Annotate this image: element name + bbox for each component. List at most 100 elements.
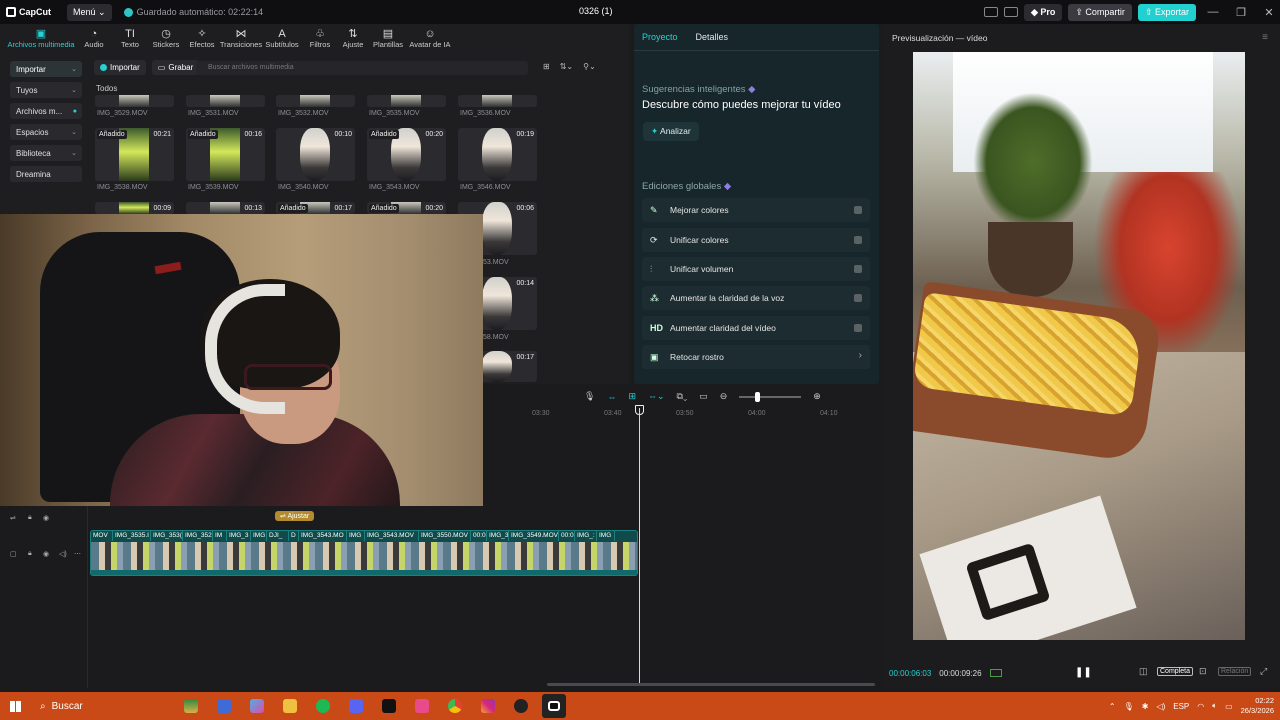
speaker-icon[interactable]: 🔈︎ [1212, 701, 1217, 711]
sidebar-item-yours[interactable]: Tuyos ⌄ [10, 82, 82, 98]
grid-view-icon[interactable]: ⊞ [543, 62, 550, 71]
widgets-icon[interactable] [179, 694, 203, 718]
tool-ai-avatar[interactable]: ☺ Avatar de IA [408, 24, 452, 52]
cover-icon[interactable]: ▢ [10, 550, 17, 558]
capcut-task-icon[interactable] [377, 694, 401, 718]
option-voice-clarity[interactable]: ⁂ Aumentar la claridad de la voz [642, 286, 870, 310]
microphone-icon[interactable]: 🎙︎ [584, 391, 595, 402]
option-face-retouch[interactable]: ▣ Retocar rostro › [642, 345, 870, 369]
music-icon[interactable] [410, 694, 434, 718]
analyze-button[interactable]: ✦ Analizar [643, 122, 699, 141]
maximize-icon[interactable]: ❐ [1230, 6, 1252, 19]
media-thumb[interactable]: Añadido 00:20 [367, 128, 446, 181]
lock-icon[interactable]: 🔒︎ [28, 550, 32, 558]
tool-stickers[interactable]: ◷ Stickers [148, 24, 184, 52]
more-icon[interactable]: ⋯ [74, 550, 81, 558]
speaker-icon[interactable]: ◁) [59, 550, 67, 558]
tool-effects[interactable]: ✧ Efectos [184, 24, 220, 52]
sidebar-item-media-files[interactable]: Archivos m... ● [10, 103, 82, 119]
zoom-slider[interactable] [739, 391, 802, 402]
project-title[interactable]: 0326 (1) [579, 6, 613, 16]
media-thumb[interactable]: 00:13 [186, 202, 265, 214]
copilot-icon[interactable] [245, 694, 269, 718]
pause-icon[interactable]: ❚❚ [1075, 667, 1092, 678]
folder-icon[interactable] [278, 694, 302, 718]
video-track-clips[interactable]: MOV IMG_3535.I IMG_353( IMG_352 IM IMG_3… [90, 530, 638, 576]
media-thumb[interactable]: Añadido 00:16 [186, 128, 265, 181]
zoom-out-icon[interactable]: ⊖ [720, 391, 728, 402]
language-indicator[interactable]: ESP [1173, 702, 1189, 711]
playhead[interactable] [639, 408, 640, 683]
sidebar-item-import[interactable]: Importar ⌄ [10, 61, 82, 77]
tool-text[interactable]: TI Texto [112, 24, 148, 52]
tab-project[interactable]: Proyecto [642, 32, 678, 42]
pro-button[interactable]: ◆ Pro [1023, 3, 1063, 21]
media-thumb[interactable] [186, 95, 265, 107]
tool-subtitles[interactable]: A Subtítulos [262, 24, 302, 52]
ratio-button[interactable]: Relación [1218, 667, 1252, 676]
timeline-ruler[interactable]: 03:30 03:40 03:50 04:00 04:10 [484, 410, 880, 422]
spotify-icon[interactable] [311, 694, 335, 718]
filter-icon[interactable]: ⚲⌄ [583, 62, 596, 71]
microphone-tray-icon[interactable]: 🎙︎ [1124, 702, 1134, 711]
wifi-icon[interactable]: ◠ [1197, 702, 1204, 711]
fullscreen-icon[interactable]: ⤢ [1260, 666, 1267, 677]
magnet-icon[interactable]: ⊞ [628, 391, 636, 402]
chrome-icon[interactable] [443, 694, 467, 718]
preview-video[interactable] [913, 52, 1245, 640]
tab-details[interactable]: Detalles [696, 32, 729, 42]
file-explorer-icon[interactable] [212, 694, 236, 718]
minimize-icon[interactable]: — [1202, 6, 1224, 18]
media-thumb[interactable] [276, 95, 355, 107]
sort-icon[interactable]: ⇅⌄ [560, 62, 573, 71]
checkbox[interactable] [854, 294, 862, 302]
media-thumb[interactable] [95, 95, 174, 107]
crop-icon[interactable]: ◫ [1139, 666, 1148, 677]
zoom-slider-knob[interactable] [755, 391, 761, 402]
media-search-input[interactable]: Buscar archivos multimedia [196, 61, 528, 75]
tool-media[interactable]: ▣ Archivos multimedia [6, 24, 76, 52]
speaker-tray-icon[interactable]: ◁) [1156, 702, 1165, 711]
sidebar-item-dreamina[interactable]: Dreamina [10, 166, 82, 182]
media-thumb[interactable]: 00:19 [458, 128, 537, 181]
battery-icon[interactable]: ▭ [1225, 702, 1233, 711]
tool-filters[interactable]: ♧ Filtros [302, 24, 338, 52]
link-clips-icon[interactable]: ⇔ [607, 392, 616, 402]
share-button[interactable]: ⇪ Compartir [1068, 3, 1132, 21]
checkbox[interactable] [854, 324, 862, 332]
media-thumb[interactable] [367, 95, 446, 107]
option-enhance-colors[interactable]: ✎ Mejorar colores [642, 198, 870, 222]
record-button[interactable]: ▭ Grabar [151, 60, 200, 75]
tool-audio[interactable]: ◔ Audio [76, 24, 112, 52]
media-thumb[interactable]: Añadido 00:20 [367, 202, 446, 214]
steam-icon[interactable] [509, 694, 533, 718]
adjust-badge[interactable]: ⇌ Ajustar [275, 511, 315, 521]
import-button[interactable]: Importar [94, 60, 146, 75]
taskbar-clock[interactable]: 02:22 26/3/2026 [1241, 696, 1274, 716]
track-settings-icon[interactable]: ⇌ [10, 514, 16, 522]
option-video-clarity[interactable]: HD Aumentar claridad del vídeo [642, 316, 870, 340]
bluetooth-icon[interactable]: ✱ [1142, 702, 1149, 711]
layout-icon[interactable] [983, 7, 998, 17]
chevron-up-icon[interactable]: ⌃ [1109, 702, 1116, 711]
tool-templates[interactable]: ▤ Plantillas [368, 24, 408, 52]
timeline-scrollbar[interactable] [547, 683, 875, 686]
sidebar-item-library[interactable]: Biblioteca ⌄ [10, 145, 82, 161]
close-icon[interactable]: ✕ [1258, 6, 1280, 19]
option-unify-colors[interactable]: ⟳ Unificar colores [642, 228, 870, 252]
menu-icon[interactable]: ≡ [1262, 32, 1268, 43]
eye-icon[interactable]: ◉ [43, 514, 49, 522]
media-thumb[interactable]: Añadido 00:21 [95, 128, 174, 181]
checkbox[interactable] [854, 206, 862, 214]
checkbox[interactable] [854, 265, 862, 273]
media-thumb[interactable]: 00:09 [95, 202, 174, 214]
sidebar-item-spaces[interactable]: Espacios ⌄ [10, 124, 82, 140]
shortcuts-icon[interactable] [1003, 7, 1018, 17]
preview-axis-icon[interactable]: ⇔⌄ [648, 391, 665, 402]
caption-icon[interactable]: ▭ [699, 391, 708, 402]
instagram-icon[interactable] [476, 694, 500, 718]
screenshot-icon[interactable]: ⊡ [1199, 666, 1207, 677]
split-icon[interactable]: ⧉⌄ [677, 391, 688, 402]
tool-adjust[interactable]: ⇅ Ajuste [338, 24, 368, 52]
windows-start-icon[interactable] [0, 692, 30, 720]
